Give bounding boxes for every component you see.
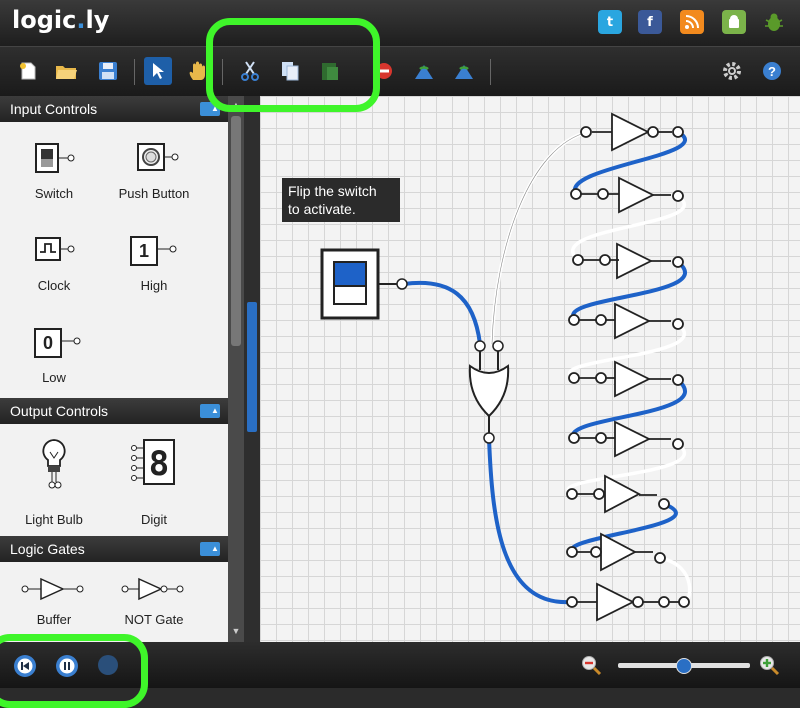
switch-icon <box>35 143 75 173</box>
light-bulb-component[interactable]: Light Bulb <box>4 436 104 527</box>
low-label: Low <box>42 370 66 385</box>
canvas-or-gate[interactable] <box>468 340 510 444</box>
settings-gear-icon[interactable] <box>718 57 746 85</box>
digit-component[interactable]: 8 Digit <box>104 436 204 527</box>
output-controls-title: Output Controls <box>10 403 109 419</box>
switch-component[interactable]: Switch <box>4 138 104 208</box>
light-bulb-label: Light Bulb <box>25 512 83 527</box>
sidebar-scrollbar[interactable]: ▲ ▼ <box>228 96 244 642</box>
open-folder-icon[interactable] <box>52 57 80 85</box>
not-gate-component[interactable]: NOT Gate <box>104 574 204 634</box>
toolbar-separator <box>490 59 491 85</box>
android-icon[interactable] <box>722 10 746 34</box>
output-controls-header[interactable]: Output Controls ▲ <box>0 398 228 424</box>
buffer-label: Buffer <box>36 612 72 627</box>
input-controls-title: Input Controls <box>10 101 98 117</box>
zoom-out-icon[interactable] <box>580 654 602 676</box>
output-pin-icon <box>62 337 81 345</box>
buffer-component[interactable]: Buffer <box>4 574 104 634</box>
highlight-ring <box>206 18 380 112</box>
facebook-icon[interactable]: f <box>638 10 662 34</box>
high-constant-icon: 1 <box>130 236 158 266</box>
input-controls-header[interactable]: Input Controls ▲ <box>0 96 228 122</box>
not-gate-icon <box>121 577 184 601</box>
save-icon[interactable] <box>94 57 122 85</box>
select-pointer-icon[interactable] <box>144 57 172 85</box>
svg-text:?: ? <box>768 64 776 79</box>
not-gate-label: NOT Gate <box>124 612 184 627</box>
circuit-diagram <box>320 112 692 622</box>
toolbar-separator <box>134 59 135 85</box>
app-logo[interactable]: logic.ly <box>12 6 109 34</box>
svg-text:8: 8 <box>149 444 169 484</box>
canvas-switch[interactable] <box>320 248 408 320</box>
clock-component[interactable]: Clock <box>4 230 104 300</box>
component-sidebar: Input Controls ▲ Switch Push Button Cloc… <box>0 96 228 642</box>
low-constant-icon: 0 <box>34 328 62 358</box>
twitter-icon[interactable]: t <box>598 10 622 34</box>
toolbar: ? <box>0 46 800 97</box>
digit-display-icon: 8 <box>131 439 175 485</box>
push-button-icon <box>137 143 179 171</box>
scroll-thumb[interactable] <box>231 116 241 346</box>
push-button-label: Push Button <box>118 186 190 201</box>
splitter-handle[interactable] <box>247 302 257 432</box>
high-label: High <box>140 278 168 293</box>
zoom-slider-thumb[interactable] <box>676 658 692 674</box>
rss-icon[interactable] <box>680 10 704 34</box>
panel-splitter[interactable] <box>244 96 260 642</box>
top-bar: logic.ly t f <box>0 0 800 46</box>
digit-label: Digit <box>140 512 167 527</box>
logic-gates-title: Logic Gates <box>10 541 85 557</box>
collapse-icon[interactable]: ▲ <box>200 404 220 418</box>
logic-gates-header[interactable]: Logic Gates ▲ <box>0 536 228 562</box>
scroll-down-icon[interactable]: ▼ <box>230 626 242 638</box>
rotate-left-icon[interactable] <box>410 57 438 85</box>
zoom-in-icon[interactable] <box>758 654 780 676</box>
clock-icon <box>35 237 75 261</box>
highlight-ring <box>0 634 148 708</box>
bug-icon[interactable] <box>762 10 786 34</box>
high-component[interactable]: 1 High <box>104 230 204 300</box>
rotate-right-icon[interactable] <box>450 57 478 85</box>
help-icon[interactable]: ? <box>758 57 786 85</box>
new-file-icon[interactable] <box>14 57 42 85</box>
circuit-canvas[interactable]: Flip the switch to activate. <box>260 96 800 642</box>
clock-label: Clock <box>37 278 71 293</box>
low-component[interactable]: 0 Low <box>4 322 104 392</box>
collapse-icon[interactable]: ▲ <box>200 542 220 556</box>
light-bulb-icon <box>42 439 66 489</box>
zoom-slider[interactable] <box>618 658 750 674</box>
output-pin-icon <box>158 245 177 253</box>
switch-label: Switch <box>34 186 74 201</box>
buffer-gate-icon <box>21 577 84 601</box>
push-button-component[interactable]: Push Button <box>104 138 204 208</box>
